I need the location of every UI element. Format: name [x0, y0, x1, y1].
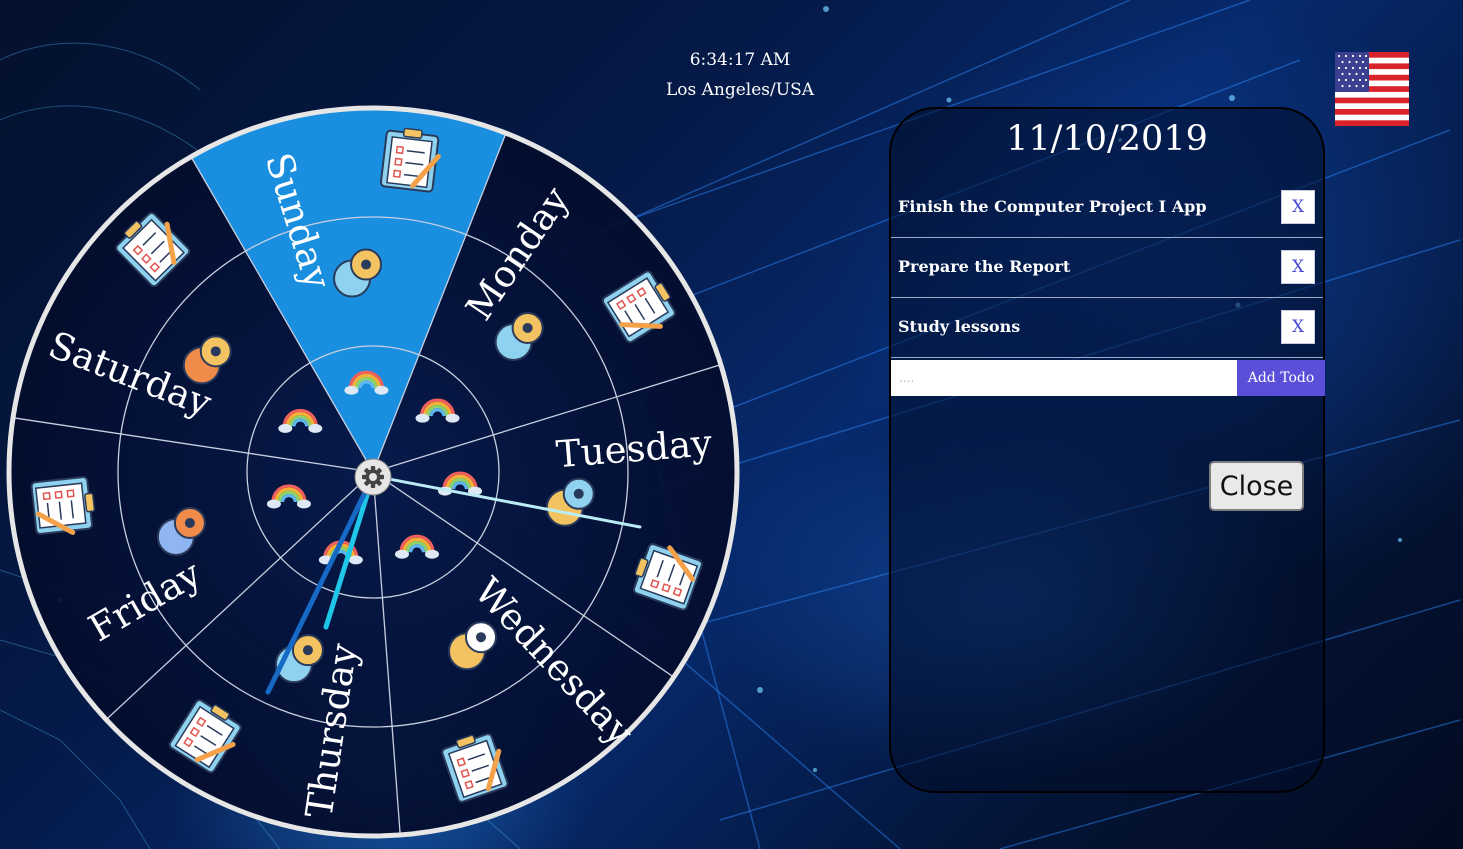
close-button[interactable]: Close [1209, 461, 1304, 511]
add-todo-row: Add Todo [891, 360, 1325, 396]
todo-text: Prepare the Report [898, 257, 1071, 276]
todo-panel: 11/10/2019 Finish the Computer Project I… [889, 107, 1325, 793]
todo-list: Finish the Computer Project I App X Prep… [891, 178, 1323, 358]
weekday-wheel[interactable]: Sunday MondayTuesdayWednesdayThursdayFrid… [0, 100, 760, 849]
todo-text: Study lessons [898, 317, 1021, 336]
gear-icon[interactable] [354, 458, 392, 496]
remove-todo-button[interactable]: X [1281, 250, 1315, 284]
remove-todo-button[interactable]: X [1281, 190, 1315, 224]
add-todo-button[interactable]: Add Todo [1237, 360, 1325, 396]
checklist-icon [379, 127, 441, 193]
checklist-icon [30, 476, 96, 535]
new-todo-input[interactable] [891, 360, 1237, 396]
todo-text: Finish the Computer Project I App [898, 197, 1207, 216]
us-flag-icon[interactable] [1335, 52, 1409, 126]
clock-time: 6:34:17 AM [689, 50, 791, 70]
todo-item: Finish the Computer Project I App X [891, 178, 1323, 238]
remove-todo-button[interactable]: X [1281, 310, 1315, 344]
todo-item: Prepare the Report X [891, 238, 1323, 298]
panel-date: 11/10/2019 [1006, 119, 1208, 159]
todo-item: Study lessons X [891, 298, 1323, 358]
clock-location: Los Angeles/USA [665, 80, 815, 100]
